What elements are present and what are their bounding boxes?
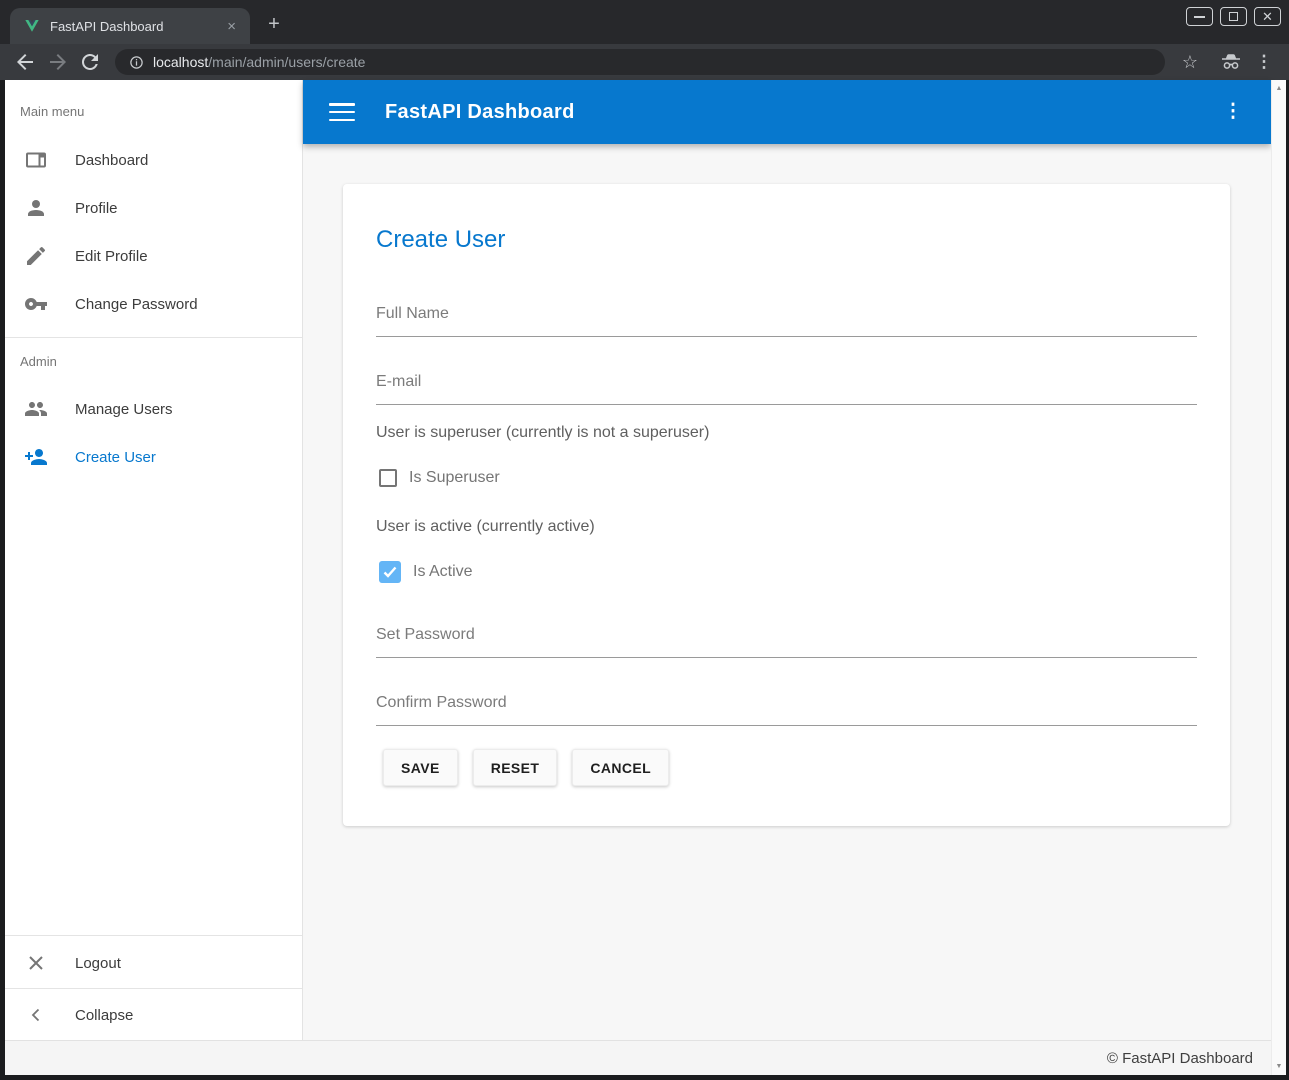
window-maximize-button[interactable] <box>1220 7 1247 26</box>
sidebar: Main menu Dashboard Profile Edit Profile… <box>5 80 303 1040</box>
person-icon <box>24 196 48 220</box>
window-controls: ✕ <box>1186 7 1281 26</box>
dashboard-icon <box>24 148 48 172</box>
set-password-field-wrapper <box>376 623 1197 658</box>
active-hint: User is active (currently active) <box>376 518 595 536</box>
tab-close-icon[interactable]: × <box>223 17 240 36</box>
form-actions: SAVE RESET CANCEL <box>383 749 669 786</box>
sidebar-item-edit-profile[interactable]: Edit Profile <box>5 232 302 280</box>
people-icon <box>24 397 48 421</box>
app-menu-kebab-icon[interactable]: ⋮ <box>1221 100 1245 124</box>
url-path: /main/admin/users/create <box>208 54 365 70</box>
forward-icon[interactable] <box>46 50 70 74</box>
sidebar-item-logout[interactable]: Logout <box>5 939 302 987</box>
info-icon[interactable] <box>129 55 144 70</box>
email-input[interactable] <box>376 370 1197 405</box>
confirm-password-input[interactable] <box>376 691 1197 726</box>
sidebar-item-change-password[interactable]: Change Password <box>5 280 302 328</box>
sidebar-item-label: Logout <box>75 955 121 972</box>
sidebar-item-collapse[interactable]: Collapse <box>5 991 302 1039</box>
create-user-card: Create User User is superuser (currently… <box>343 184 1230 826</box>
sidebar-item-profile[interactable]: Profile <box>5 184 302 232</box>
sidebar-item-label: Edit Profile <box>75 248 148 265</box>
active-checkbox-row: Is Active <box>379 561 473 583</box>
new-tab-button[interactable]: + <box>262 14 286 34</box>
sidebar-item-create-user[interactable]: Create User <box>5 433 302 481</box>
sidebar-item-label: Manage Users <box>75 401 173 418</box>
reset-button[interactable]: RESET <box>473 749 558 786</box>
save-button[interactable]: SAVE <box>383 749 458 786</box>
page-scrollbar[interactable]: ▲ ▼ <box>1271 80 1286 1075</box>
url-host: localhost <box>153 54 208 70</box>
pencil-icon <box>24 244 48 268</box>
page-footer: © FastAPI Dashboard <box>5 1040 1271 1075</box>
cancel-button[interactable]: CANCEL <box>572 749 669 786</box>
tab-title: FastAPI Dashboard <box>50 19 223 34</box>
confirm-password-field-wrapper <box>376 691 1197 726</box>
superuser-checkbox[interactable] <box>379 469 397 487</box>
full-name-input[interactable] <box>376 302 1197 337</box>
refresh-icon[interactable] <box>78 50 102 74</box>
sidebar-item-dashboard[interactable]: Dashboard <box>5 136 302 184</box>
superuser-checkbox-row: Is Superuser <box>379 469 500 487</box>
superuser-checkbox-label: Is Superuser <box>409 469 500 487</box>
close-icon <box>24 951 48 975</box>
back-icon[interactable] <box>13 50 37 74</box>
bookmark-star-icon[interactable]: ☆ <box>1178 50 1202 74</box>
sidebar-section-admin: Admin <box>20 354 57 369</box>
incognito-icon <box>1219 50 1243 74</box>
sidebar-section-main-menu: Main menu <box>20 104 84 119</box>
key-icon <box>24 292 48 316</box>
sidebar-item-label: Dashboard <box>75 152 148 169</box>
sidebar-item-label: Create User <box>75 449 156 466</box>
checkmark-icon <box>383 566 397 578</box>
active-checkbox[interactable] <box>379 561 401 583</box>
sidebar-divider <box>5 988 302 989</box>
browser-titlebar: FastAPI Dashboard × + ✕ <box>0 0 1289 44</box>
full-name-field-wrapper <box>376 302 1197 337</box>
superuser-hint: User is superuser (currently is not a su… <box>376 424 709 442</box>
sidebar-divider <box>5 337 302 338</box>
set-password-input[interactable] <box>376 623 1197 658</box>
vue-logo-icon <box>24 18 40 34</box>
scroll-down-icon[interactable]: ▼ <box>1272 1063 1286 1070</box>
window-close-button[interactable]: ✕ <box>1254 7 1281 26</box>
page-title: Create User <box>376 226 505 254</box>
sidebar-divider <box>5 935 302 936</box>
browser-menu-kebab-icon[interactable]: ⋮ <box>1252 50 1276 74</box>
url-bar[interactable]: localhost/main/admin/users/create <box>115 49 1165 75</box>
sidebar-item-manage-users[interactable]: Manage Users <box>5 385 302 433</box>
scroll-up-icon[interactable]: ▲ <box>1272 85 1286 92</box>
chevron-left-icon <box>24 1003 48 1027</box>
email-field-wrapper <box>376 370 1197 405</box>
footer-copyright: © FastAPI Dashboard <box>1107 1050 1253 1067</box>
window-minimize-button[interactable] <box>1186 7 1213 26</box>
sidebar-item-label: Change Password <box>75 296 198 313</box>
sidebar-item-label: Profile <box>75 200 118 217</box>
hamburger-menu-icon[interactable] <box>329 103 355 121</box>
browser-tab[interactable]: FastAPI Dashboard × <box>10 8 250 44</box>
browser-toolbar: localhost/main/admin/users/create ☆ ⋮ <box>0 44 1289 80</box>
app-title: FastAPI Dashboard <box>385 101 575 124</box>
sidebar-item-label: Collapse <box>75 1007 133 1024</box>
app-bar: FastAPI Dashboard ⋮ <box>303 80 1271 144</box>
person-add-icon <box>24 445 48 469</box>
active-checkbox-label: Is Active <box>413 563 473 581</box>
